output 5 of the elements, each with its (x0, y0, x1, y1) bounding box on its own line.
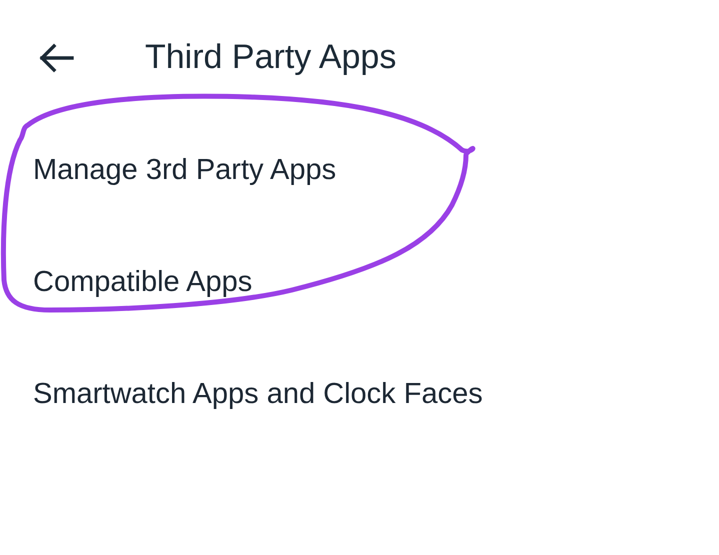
menu-item[interactable]: Compatible Apps (0, 227, 258, 339)
menu-item[interactable]: Smartwatch Apps and Clock Faces (0, 339, 489, 451)
menu-item[interactable]: Manage 3rd Party Apps (0, 115, 342, 227)
back-icon[interactable] (38, 42, 74, 72)
page-title: Third Party Apps (145, 37, 396, 78)
